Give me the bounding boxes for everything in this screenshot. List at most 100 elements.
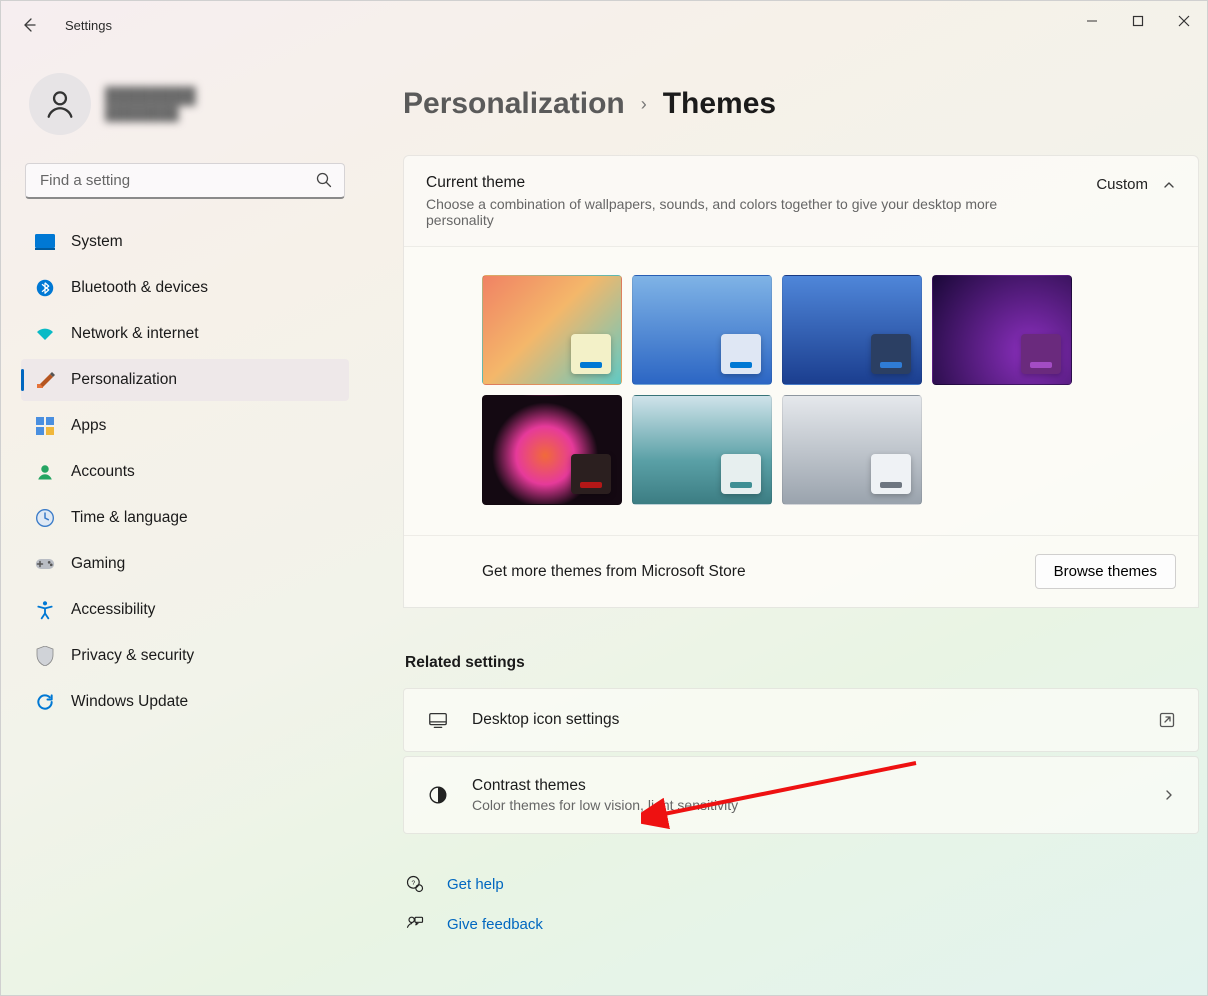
gaming-icon (35, 554, 55, 574)
accounts-icon (35, 462, 55, 482)
browse-themes-button[interactable]: Browse themes (1035, 554, 1176, 589)
get-help-row: ? Get help (403, 864, 1199, 904)
theme-color-chip (571, 334, 611, 374)
time-icon (35, 508, 55, 528)
theme-color-chip (871, 334, 911, 374)
sidebar-item-bluetooth[interactable]: Bluetooth & devices (21, 267, 349, 309)
theme-tile-5[interactable] (482, 395, 622, 505)
sidebar-item-label: Apps (71, 417, 106, 435)
search-box (25, 163, 345, 199)
sidebar-item-label: Time & language (71, 509, 188, 527)
chevron-right-icon (1162, 788, 1176, 802)
main-content: Personalization › Themes Current theme C… (361, 49, 1207, 995)
theme-tile-6[interactable] (632, 395, 772, 505)
breadcrumb-parent[interactable]: Personalization (403, 87, 625, 121)
update-icon (35, 692, 55, 712)
svg-text:?: ? (411, 880, 415, 887)
app-title: Settings (65, 18, 112, 33)
theme-tile-7[interactable] (782, 395, 922, 505)
chevron-up-icon (1162, 178, 1176, 192)
person-icon (43, 87, 77, 121)
minimize-button[interactable] (1069, 5, 1115, 37)
minimize-icon (1086, 15, 1098, 27)
sidebar-item-label: Personalization (71, 371, 177, 389)
sidebar-item-label: Accessibility (71, 601, 155, 619)
theme-color-chip (721, 334, 761, 374)
titlebar: Settings (1, 1, 1207, 49)
sidebar-item-accounts[interactable]: Accounts (21, 451, 349, 493)
search-icon[interactable] (315, 171, 333, 189)
contrast-icon (426, 784, 450, 806)
network-icon (35, 324, 55, 344)
give-feedback-link[interactable]: Give feedback (447, 916, 543, 933)
theme-color-chip (721, 454, 761, 494)
chevron-right-icon: › (641, 94, 647, 115)
current-theme-value: Custom (1096, 176, 1148, 193)
breadcrumb-current: Themes (663, 87, 776, 121)
external-link-icon (1158, 711, 1176, 729)
system-icon (35, 232, 55, 252)
contrast-themes-title: Contrast themes (472, 777, 1140, 795)
sidebar-item-update[interactable]: Windows Update (21, 681, 349, 723)
sidebar-item-gaming[interactable]: Gaming (21, 543, 349, 585)
bluetooth-icon (35, 278, 55, 298)
theme-tile-1[interactable] (482, 275, 622, 385)
avatar (29, 73, 91, 135)
sidebar-item-label: Windows Update (71, 693, 188, 711)
contrast-themes-row[interactable]: Contrast themes Color themes for low vis… (403, 756, 1199, 834)
user-info: ████████ ████████ (105, 88, 196, 121)
maximize-button[interactable] (1115, 5, 1161, 37)
sidebar-item-label: System (71, 233, 123, 251)
nav-list: System Bluetooth & devices Network & inter… (21, 221, 349, 723)
sidebar-item-label: Gaming (71, 555, 125, 573)
theme-tile-3[interactable] (782, 275, 922, 385)
theme-color-chip (871, 454, 911, 494)
desktop-icon-settings-title: Desktop icon settings (472, 711, 1136, 729)
sidebar-item-privacy[interactable]: Privacy & security (21, 635, 349, 677)
current-theme-desc: Choose a combination of wallpapers, soun… (426, 196, 1046, 228)
monitor-icon (426, 709, 450, 731)
desktop-icon-settings-row[interactable]: Desktop icon settings (403, 688, 1199, 752)
help-icon: ? (405, 874, 425, 894)
sidebar-item-time[interactable]: Time & language (21, 497, 349, 539)
theme-grid-container (404, 246, 1198, 535)
current-theme-header[interactable]: Current theme Choose a combination of wa… (404, 156, 1198, 246)
sidebar-item-label: Privacy & security (71, 647, 194, 665)
arrow-left-icon (21, 17, 37, 33)
search-input[interactable] (25, 163, 345, 199)
user-profile[interactable]: ████████ ████████ (21, 61, 349, 155)
sidebar-item-label: Network & internet (71, 325, 199, 343)
window-controls (1069, 1, 1207, 49)
close-button[interactable] (1161, 5, 1207, 37)
sidebar: ████████ ████████ System Bluetooth & devi… (1, 49, 361, 995)
sidebar-item-accessibility[interactable]: Accessibility (21, 589, 349, 631)
feedback-icon (405, 914, 425, 934)
contrast-themes-desc: Color themes for low vision, light sensi… (472, 797, 1140, 813)
breadcrumb: Personalization › Themes (403, 87, 1199, 121)
theme-grid (482, 275, 1176, 505)
current-theme-card: Current theme Choose a combination of wa… (403, 155, 1199, 608)
current-theme-title: Current theme (426, 174, 1082, 192)
theme-color-chip (1021, 334, 1061, 374)
maximize-icon (1132, 15, 1144, 27)
related-settings-heading: Related settings (405, 654, 1199, 672)
more-themes-row: Get more themes from Microsoft Store Bro… (404, 535, 1198, 607)
personalization-icon (35, 370, 55, 390)
close-icon (1178, 15, 1190, 27)
sidebar-item-network[interactable]: Network & internet (21, 313, 349, 355)
theme-tile-4[interactable] (932, 275, 1072, 385)
get-help-link[interactable]: Get help (447, 876, 504, 893)
theme-color-chip (571, 454, 611, 494)
sidebar-item-label: Accounts (71, 463, 135, 481)
back-button[interactable] (13, 9, 45, 41)
sidebar-item-system[interactable]: System (21, 221, 349, 263)
sidebar-item-label: Bluetooth & devices (71, 279, 208, 297)
sidebar-item-personalization[interactable]: Personalization (21, 359, 349, 401)
sidebar-item-apps[interactable]: Apps (21, 405, 349, 447)
privacy-icon (35, 646, 55, 666)
accessibility-icon (35, 600, 55, 620)
more-themes-text: Get more themes from Microsoft Store (482, 563, 1035, 581)
apps-icon (35, 416, 55, 436)
give-feedback-row: Give feedback (403, 904, 1199, 944)
theme-tile-2[interactable] (632, 275, 772, 385)
